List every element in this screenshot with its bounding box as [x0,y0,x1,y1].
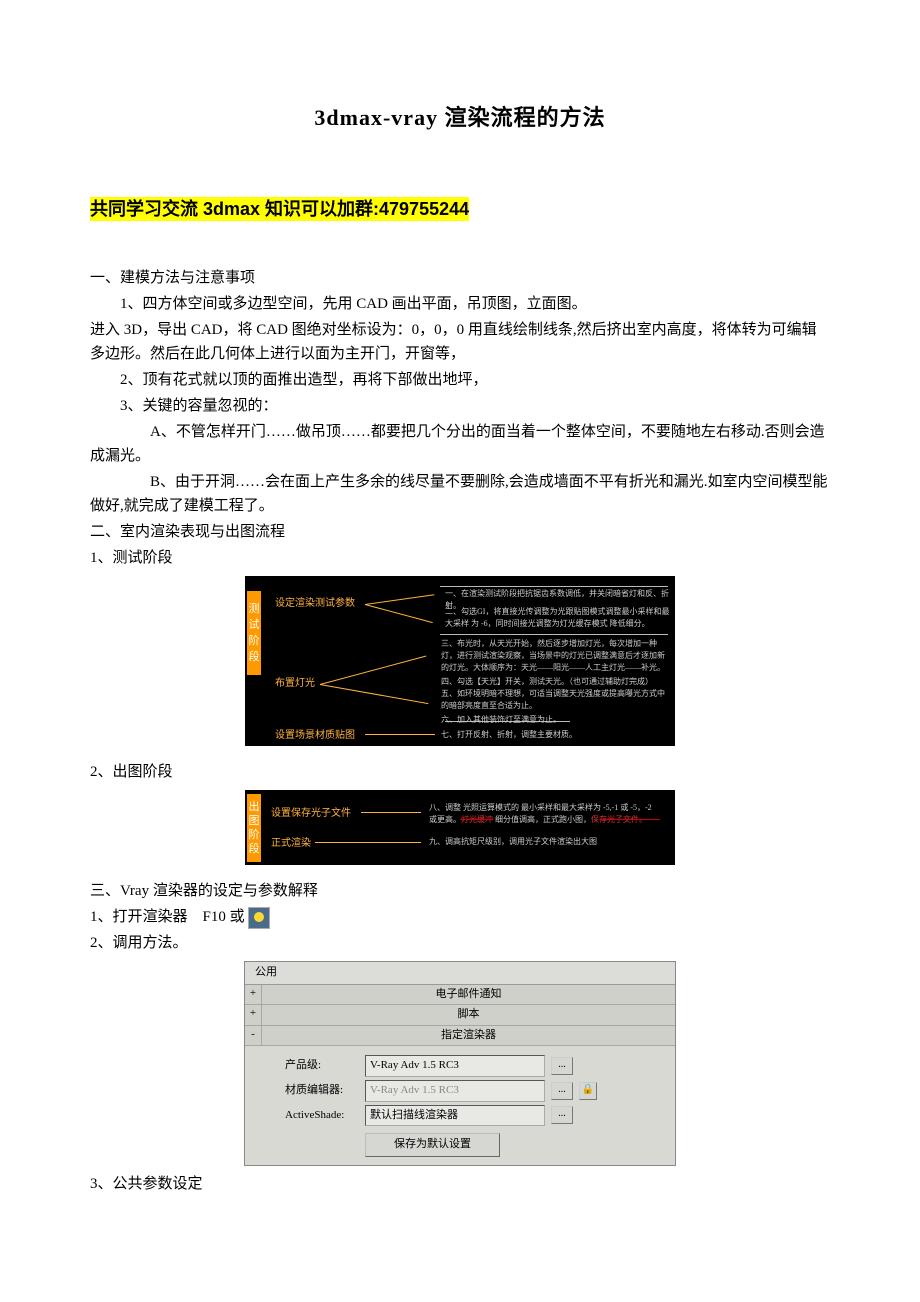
renderer-row-activeshade: ActiveShade: 默认扫描线渲染器 ... [285,1105,665,1127]
s1-item-1: 1、四方体空间或多边型空间，先用 CAD 画出平面，吊顶图，立面图。 [90,292,830,316]
diag1-left-2: 布置灯光 [275,676,315,692]
diagram-output-stage: 出 图 阶 段 设置保存光子文件 正式渲染 八、调整 光照运算模式的 最小采样和… [245,790,675,865]
s1-item-2: 2、顶有花式就以顶的面推出造型，再将下部做出地坪， [90,368,830,392]
s3-item-1: 1、打开渲染器 F10 或 [90,905,830,929]
diag1-r4: 四、勾选【天光】开关，测试天光。（也可通过辅助灯完成） [441,676,671,688]
panel-bar-script[interactable]: + 脚本 [245,1005,675,1026]
choose-button[interactable]: ... [551,1057,573,1075]
section-3-heading: 三、Vray 渲染器的设定与参数解释 [90,879,830,903]
page-title: 3dmax-vray 渲染流程的方法 [90,100,830,135]
diag1-r2: 二、勾选GI，将直接光传调整为光跟贴图模式调整最小采样和最大采样 为 -6，同时… [445,606,675,630]
diag2-r1: 八、调整 光照运算模式的 最小采样和最大采样为 -5,-1 或 -5，-2 或更… [429,802,659,826]
renderer-medit-field: V-Ray Adv 1.5 RC3 [365,1080,545,1102]
renderer-production-field[interactable]: V-Ray Adv 1.5 RC3 [365,1055,545,1077]
diag1-sidebar: 测 试 阶 段 [247,591,261,675]
highlight-note: 共同学习交流 3dmax 知识可以加群:479755244 [90,197,469,221]
s1-item-3b: B、由于开洞……会在面上产生多余的线尽量不要删除,会造成墙面不平有折光和漏光.如… [90,470,830,518]
s2-item-1: 1、测试阶段 [90,546,830,570]
diag2-r2: 九、调高抗矩尺级别，调用光子文件渲染出大图 [429,836,659,848]
diag2-sidebar: 出 图 阶 段 [247,794,261,862]
panel-bar-assign[interactable]: - 指定渲染器 [245,1026,675,1047]
diag1-r3: 三、布光时，从天光开始，然后逐步增加灯光，每次增加一种灯，进行测试渲染观察，当场… [441,638,671,674]
renderer-panel: 公用 + 电子邮件通知 + 脚本 - 指定渲染器 产品级: V-Ray Adv … [244,961,676,1166]
s1-item-3: 3、关键的容量忽视的： [90,394,830,418]
render-icon [248,907,270,929]
s2-item-2: 2、出图阶段 [90,760,830,784]
diag1-r7: 七、打开反射、折射，调整主要材质。 [441,729,671,741]
choose-button[interactable]: ... [551,1082,573,1100]
section-2-heading: 二、室内渲染表现与出图流程 [90,520,830,544]
save-default-button[interactable]: 保存为默认设置 [365,1133,500,1157]
s1-body: 进入 3D，导出 CAD，将 CAD 图绝对坐标设为：0，0，0 用直线绘制线条… [90,318,830,366]
diag1-left-3: 设置场景材质贴图 [275,728,355,744]
diagram-test-stage: 测 试 阶 段 设定渲染测试参数 布置灯光 设置场景材质贴图 一、在渲染测试阶段… [245,576,675,746]
diag1-left-1: 设定渲染测试参数 [275,596,355,612]
diag1-r5: 五、如环境明暗不理想，可适当调整天光强度或提高曝光方式中的暗部亮度直至合适为止。 [441,688,671,712]
s3-item-3: 3、公共参数设定 [90,1172,830,1196]
choose-button[interactable]: ... [551,1106,573,1124]
lock-icon[interactable]: 🔒 [579,1082,597,1100]
diag1-r6: 六、加入其他装饰灯至满意为止。 [441,714,671,726]
s1-item-3a: A、不管怎样开门……做吊顶……都要把几个分出的面当着一个整体空间，不要随地左右移… [90,420,830,468]
renderer-row-production: 产品级: V-Ray Adv 1.5 RC3 ... [285,1055,665,1077]
panel-bar-email[interactable]: + 电子邮件通知 [245,985,675,1006]
section-1-heading: 一、建模方法与注意事项 [90,266,830,290]
panel-tab[interactable]: 公用 [245,962,675,985]
renderer-activeshade-field[interactable]: 默认扫描线渲染器 [365,1105,545,1127]
diag2-left-1: 设置保存光子文件 [271,806,351,822]
s3-item-2: 2、调用方法。 [90,931,830,955]
renderer-row-medit: 材质编辑器: V-Ray Adv 1.5 RC3 ... 🔒 [285,1080,665,1102]
diag2-left-2: 正式渲染 [271,836,311,852]
